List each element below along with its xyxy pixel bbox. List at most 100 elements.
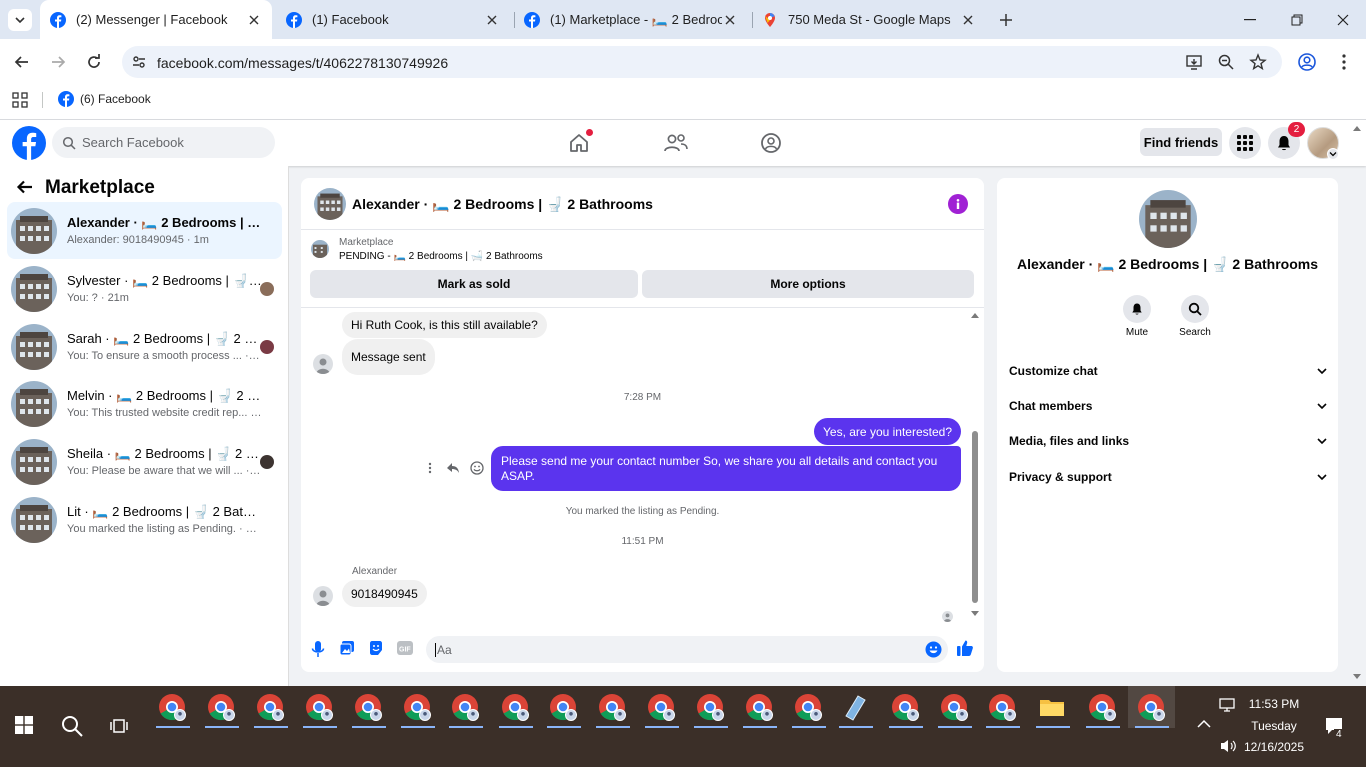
clock-date[interactable]: 12/16/2025 bbox=[1238, 740, 1310, 754]
browser-tab-google-maps[interactable]: 750 Meda St - Google Maps bbox=[752, 0, 986, 39]
mute-button[interactable] bbox=[1123, 295, 1151, 323]
taskbar-chrome-app[interactable] bbox=[402, 692, 434, 724]
taskbar-chrome-app[interactable] bbox=[255, 692, 287, 724]
page-scroll-down-icon[interactable] bbox=[1352, 673, 1362, 681]
apps-grid-icon[interactable] bbox=[12, 92, 28, 108]
taskbar-chrome-app[interactable] bbox=[206, 692, 238, 724]
back-button[interactable] bbox=[12, 52, 32, 72]
accordion-privacy-support[interactable]: Privacy & support bbox=[1009, 470, 1327, 484]
back-to-marketplace-button[interactable] bbox=[16, 178, 34, 196]
scroll-down-icon[interactable] bbox=[970, 610, 980, 618]
taskbar-chrome-app[interactable] bbox=[1136, 692, 1168, 724]
conversation-row[interactable]: Sylvester · 🛏️ 2 Bedrooms | 🚽 2 Bathroom… bbox=[7, 260, 282, 317]
close-tab-icon[interactable] bbox=[722, 12, 738, 28]
forward-button[interactable] bbox=[48, 52, 68, 72]
close-tab-icon[interactable] bbox=[246, 12, 262, 28]
taskbar-chrome-app[interactable] bbox=[987, 692, 1019, 724]
gif-button[interactable]: GIF bbox=[397, 641, 413, 655]
accordion-chat-members[interactable]: Chat members bbox=[1009, 399, 1327, 413]
facebook-logo[interactable] bbox=[12, 126, 46, 160]
taskbar-chrome-app[interactable] bbox=[450, 692, 482, 724]
url-text[interactable]: facebook.com/messages/t/4062278130749926 bbox=[157, 55, 448, 71]
sticker-button[interactable] bbox=[368, 640, 384, 656]
attach-photo-button[interactable] bbox=[339, 640, 355, 656]
close-window-button[interactable] bbox=[1333, 10, 1353, 30]
message-incoming[interactable]: Hi Ruth Cook, is this still available? bbox=[342, 312, 547, 338]
network-icon[interactable] bbox=[1218, 697, 1236, 713]
browser-tab-messenger[interactable]: (2) Messenger | Facebook bbox=[40, 0, 272, 39]
show-hidden-icons[interactable] bbox=[1197, 719, 1211, 729]
conversation-row[interactable]: Sheila · 🛏️ 2 Bedrooms | 🚽 2 Bathrooms Yo… bbox=[7, 433, 282, 490]
browser-menu-icon[interactable] bbox=[1336, 52, 1352, 72]
taskbar-chrome-app[interactable] bbox=[1087, 692, 1119, 724]
taskbar-notepad-app[interactable] bbox=[840, 692, 872, 724]
message-incoming[interactable]: Message sent bbox=[342, 339, 435, 375]
browser-tab-marketplace[interactable]: (1) Marketplace - 🛏️ 2 Bedroom bbox=[514, 0, 748, 39]
chat-avatar[interactable] bbox=[314, 188, 346, 220]
bookmark-facebook[interactable]: (6) Facebook bbox=[58, 91, 151, 107]
mark-as-sold-button[interactable]: Mark as sold bbox=[310, 270, 638, 298]
mute-circle[interactable] bbox=[1123, 295, 1151, 323]
like-button[interactable] bbox=[956, 639, 974, 657]
taskbar-chrome-app[interactable] bbox=[890, 692, 922, 724]
tab-search-button[interactable] bbox=[8, 9, 32, 31]
task-view-button[interactable] bbox=[110, 716, 130, 736]
taskbar-chrome-app[interactable] bbox=[793, 692, 825, 724]
conversation-row[interactable]: Lit · 🛏️ 2 Bedrooms | 🚽 2 Bathrooms You m… bbox=[7, 491, 282, 548]
start-button[interactable] bbox=[15, 716, 33, 734]
scrollbar-thumb[interactable] bbox=[972, 431, 978, 603]
zoom-icon[interactable] bbox=[1217, 53, 1235, 71]
message-outgoing[interactable]: Yes, are you interested? bbox=[814, 418, 961, 445]
new-tab-button[interactable] bbox=[996, 10, 1016, 30]
facebook-search-input[interactable]: Search Facebook bbox=[52, 127, 275, 158]
bookmark-star-icon[interactable] bbox=[1249, 53, 1267, 71]
message-outgoing[interactable]: Please send me your contact number So, w… bbox=[491, 446, 961, 491]
close-tab-icon[interactable] bbox=[484, 12, 500, 28]
install-app-icon[interactable] bbox=[1185, 53, 1203, 71]
taskbar-chrome-app[interactable] bbox=[353, 692, 385, 724]
taskbar-explorer-app[interactable] bbox=[1037, 692, 1069, 724]
scroll-up-icon[interactable] bbox=[970, 311, 980, 319]
taskbar-chrome-app[interactable] bbox=[646, 692, 678, 724]
reload-button[interactable] bbox=[84, 52, 104, 72]
accordion-customize-chat[interactable]: Customize chat bbox=[1009, 364, 1327, 378]
taskbar-search-button[interactable] bbox=[60, 714, 84, 738]
minimize-window-button[interactable] bbox=[1240, 10, 1260, 30]
reply-button[interactable] bbox=[446, 461, 460, 475]
more-options-button[interactable]: More options bbox=[642, 270, 974, 298]
account-chevron[interactable] bbox=[1327, 148, 1339, 160]
site-info-icon[interactable] bbox=[131, 54, 147, 70]
find-friends-button[interactable]: Find friends bbox=[1140, 128, 1222, 156]
taskbar-chrome-app[interactable] bbox=[939, 692, 971, 724]
nav-groups[interactable] bbox=[759, 131, 783, 155]
conversation-row[interactable]: Melvin · 🛏️ 2 Bedrooms | 🚽 2 Bathrooms Yo… bbox=[7, 375, 282, 432]
taskbar-chrome-app[interactable] bbox=[695, 692, 727, 724]
emoji-button[interactable] bbox=[925, 641, 942, 658]
page-scroll-up-icon[interactable] bbox=[1352, 124, 1362, 132]
conversation-info-button[interactable] bbox=[948, 194, 968, 214]
react-button[interactable] bbox=[470, 461, 484, 475]
nav-friends[interactable] bbox=[663, 131, 689, 155]
search-conversation-button[interactable] bbox=[1181, 295, 1209, 323]
browser-tab-facebook[interactable]: (1) Facebook bbox=[276, 0, 510, 39]
profile-icon[interactable] bbox=[1297, 52, 1317, 72]
taskbar-chrome-app[interactable] bbox=[597, 692, 629, 724]
restore-window-button[interactable] bbox=[1287, 10, 1307, 30]
taskbar-chrome-app[interactable] bbox=[157, 692, 189, 724]
conversation-row[interactable]: Alexander · 🛏️ 2 Bedrooms | 🚽 2 Bathroom… bbox=[7, 202, 282, 259]
clock-time[interactable]: 11:53 PM bbox=[1238, 697, 1310, 711]
taskbar-chrome-app[interactable] bbox=[548, 692, 580, 724]
accordion-media-files-links[interactable]: Media, files and links bbox=[1009, 434, 1327, 448]
voice-clip-button[interactable] bbox=[311, 640, 325, 658]
conversation-row[interactable]: Sarah · 🛏️ 2 Bedrooms | 🚽 2 Bathrooms You… bbox=[7, 318, 282, 375]
search-circle[interactable] bbox=[1181, 295, 1209, 323]
taskbar-chrome-app[interactable] bbox=[744, 692, 776, 724]
volume-icon[interactable] bbox=[1219, 738, 1237, 754]
contact-large-avatar[interactable] bbox=[1139, 190, 1197, 248]
message-input[interactable]: Aa bbox=[426, 636, 948, 663]
close-tab-icon[interactable] bbox=[960, 12, 976, 28]
chat-title[interactable]: Alexander · 🛏️ 2 Bedrooms | 🚽 2 Bathroom… bbox=[352, 196, 653, 213]
message-more-actions[interactable] bbox=[427, 462, 433, 474]
nav-home[interactable] bbox=[567, 129, 593, 155]
message-incoming[interactable]: 9018490945 bbox=[342, 580, 427, 607]
